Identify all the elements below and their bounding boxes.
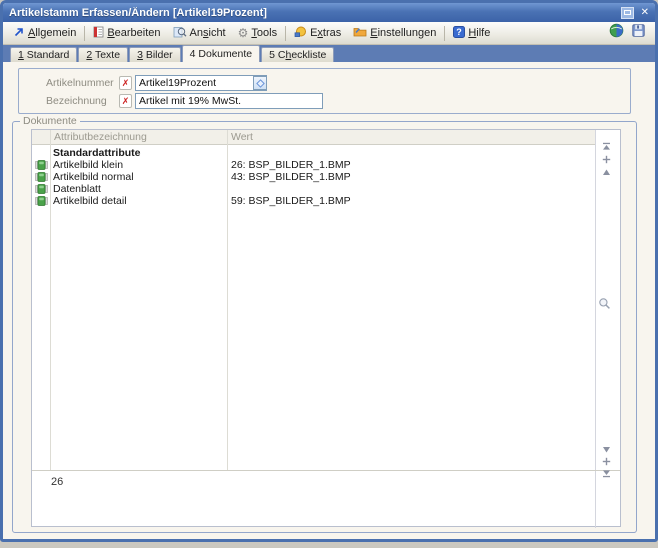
lookup-button[interactable] (253, 76, 267, 90)
restore-icon (624, 10, 631, 15)
menu-bar: Allgemein Bearbeiten Ansicht ⚙ Tools Ext… (3, 22, 655, 45)
close-button[interactable]: ✕ (641, 7, 649, 19)
zoom-magnifier-icon[interactable] (597, 297, 611, 315)
tab-content-dokumente: Artikelnummer ✗ Bezeichnung ✗ Dokumente (3, 62, 655, 539)
table-row[interactable]: Standardattribute (32, 147, 595, 159)
menu-item-extras[interactable]: Extras (288, 24, 347, 43)
column-header-wert[interactable]: Wert (227, 130, 253, 145)
tab-texte[interactable]: 2 Texte (78, 47, 128, 62)
artikelnummer-label: Artikelnummer (46, 77, 114, 89)
column-header-attributbezeichnung[interactable]: Attributbezeichnung (50, 130, 147, 145)
table-row[interactable]: Artikelbild klein 26: BSP_BILDER_1.BMP (32, 159, 595, 171)
image-attachment-icon (35, 196, 48, 209)
save-icon[interactable] (632, 24, 645, 42)
grid-bottom-line (32, 470, 620, 471)
clear-artikelnummer-button[interactable]: ✗ (119, 76, 132, 90)
selected-cell-detail: 26 (51, 476, 63, 488)
menu-item-hilfe[interactable]: ? Hilfe (447, 24, 496, 43)
menu-separator (84, 26, 85, 41)
menu-item-bearbeiten[interactable]: Bearbeiten (87, 24, 166, 43)
screen: Artikelstamm Erfassen/Ändern [Artikel19P… (0, 0, 658, 548)
dokumente-group-label: Dokumente (20, 115, 80, 127)
tab-dokumente[interactable]: 4 Dokumente (182, 45, 260, 62)
settings-folder-icon (353, 26, 367, 40)
scroll-to-bottom-icon[interactable] (599, 465, 613, 483)
table-row[interactable]: Artikelbild detail 59: BSP_BILDER_1.BMP (32, 195, 595, 207)
extras-gold-icon (294, 26, 307, 41)
table-header: Attributbezeichnung Wert (32, 130, 595, 145)
app-window: Artikelstamm Erfassen/Ändern [Artikel19P… (0, 0, 658, 542)
tab-standard[interactable]: 1 Standard (10, 47, 77, 62)
gear-icon: ⚙ (238, 27, 249, 39)
menu-item-allgemein[interactable]: Allgemein (7, 24, 82, 43)
edit-notebook-icon (93, 26, 104, 41)
menu-separator (444, 26, 445, 41)
globe-icon[interactable] (609, 23, 624, 43)
svg-text:?: ? (457, 27, 463, 37)
article-header-box: Artikelnummer ✗ Bezeichnung ✗ (18, 68, 631, 114)
bezeichnung-input[interactable] (135, 93, 323, 109)
help-icon: ? (453, 26, 465, 41)
table-row[interactable]: Artikelbild normal 43: BSP_BILDER_1.BMP (32, 171, 595, 183)
grid-line (595, 130, 596, 528)
restore-button[interactable] (621, 7, 634, 19)
bezeichnung-label: Bezeichnung (46, 95, 107, 107)
arrow-ne-icon (13, 26, 25, 41)
tab-checkliste[interactable]: 5 Checkliste (261, 47, 334, 62)
clear-bezeichnung-button[interactable]: ✗ (119, 94, 132, 108)
tab-strip: 1 Standard 2 Texte 3 Bilder 4 Dokumente … (3, 45, 655, 62)
menu-separator (285, 26, 286, 41)
documents-panel: Attributbezeichnung Wert Standardattribu… (31, 129, 621, 527)
magnifier-page-icon (173, 26, 187, 41)
scroll-up-icon[interactable] (599, 164, 613, 182)
title-bar: Artikelstamm Erfassen/Ändern [Artikel19P… (3, 3, 655, 22)
table-row[interactable]: Datenblatt (32, 183, 595, 195)
menu-item-ansicht[interactable]: Ansicht (167, 24, 232, 43)
window-title: Artikelstamm Erfassen/Ändern [Artikel19P… (9, 7, 621, 19)
menu-item-tools[interactable]: ⚙ Tools (232, 25, 283, 41)
artikelnummer-input[interactable] (135, 75, 267, 91)
menu-item-einstellungen[interactable]: Einstellungen (347, 24, 442, 42)
tab-bilder[interactable]: 3 Bilder (129, 47, 181, 62)
dokumente-group-box: Dokumente Attributbezeichnung Wert Stand… (12, 121, 637, 533)
